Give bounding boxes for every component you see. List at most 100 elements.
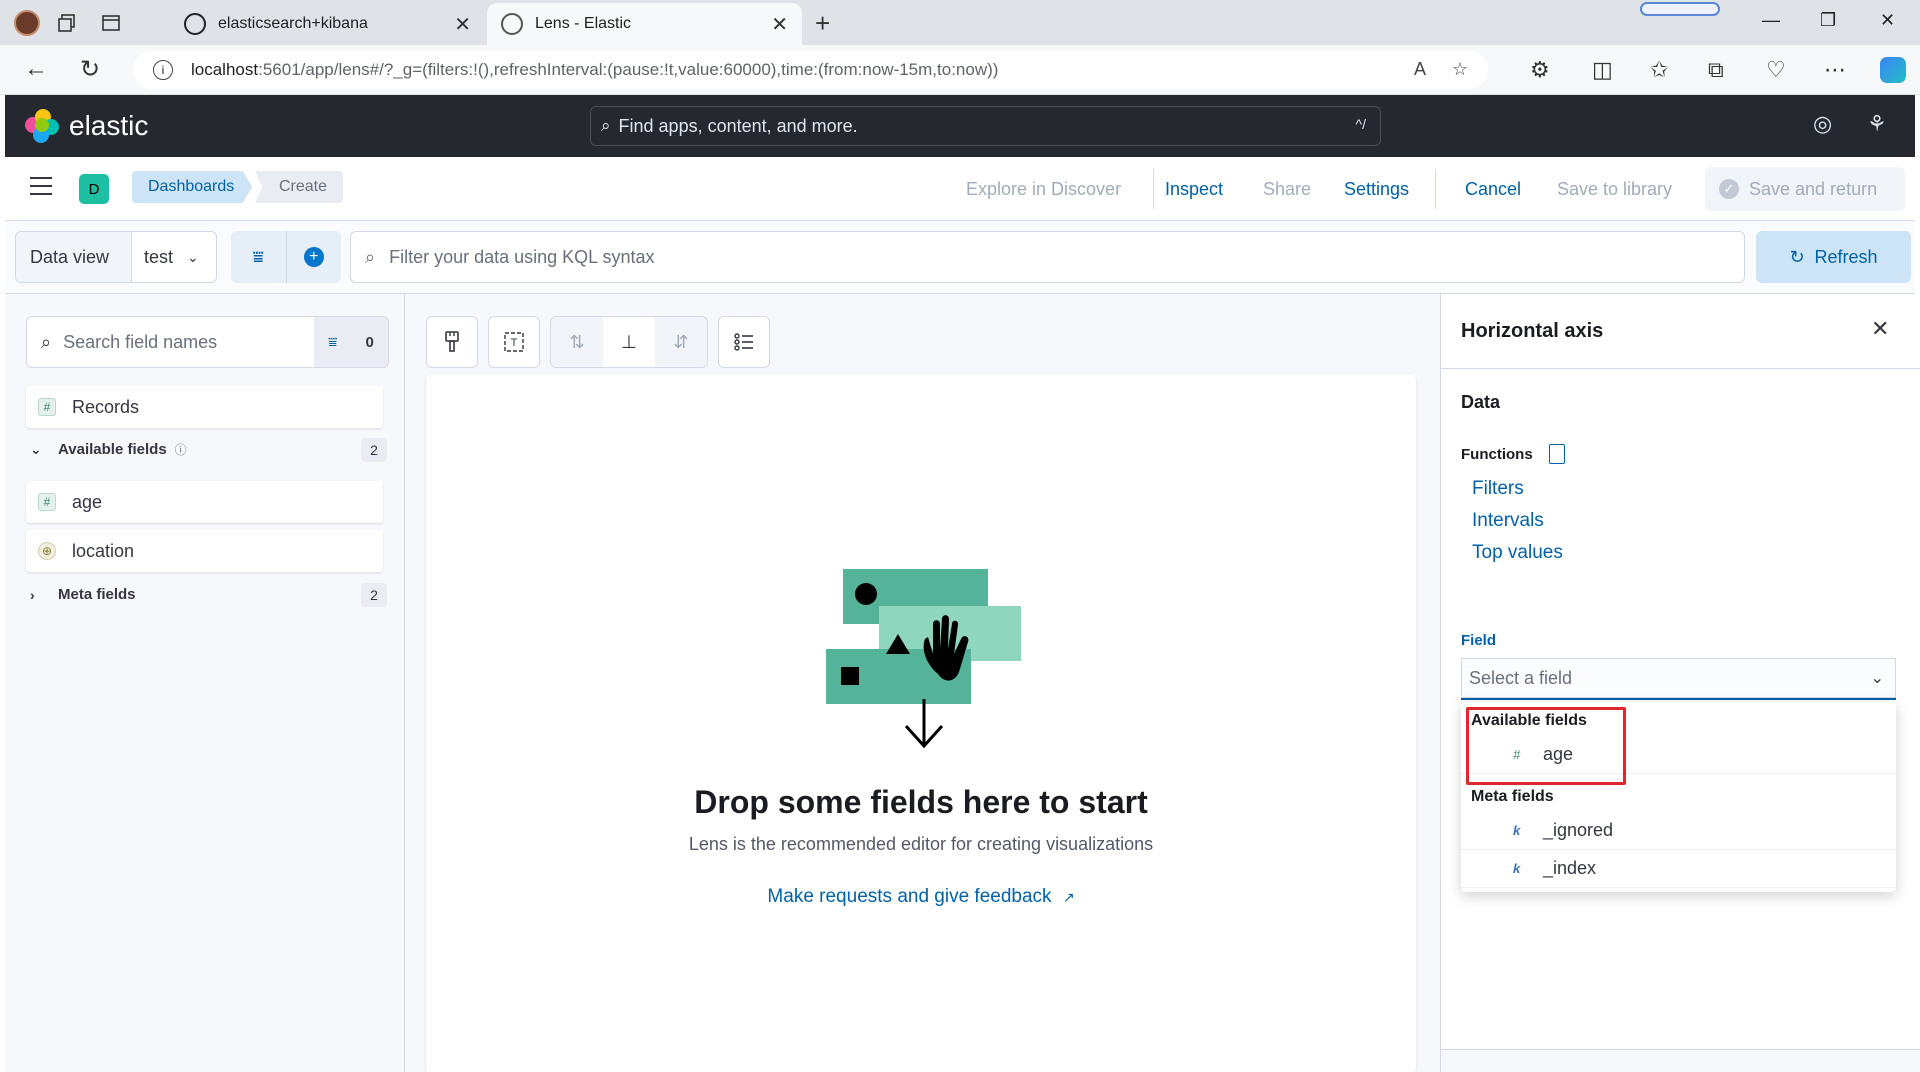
- documentation-icon[interactable]: [1548, 444, 1565, 464]
- reload-icon[interactable]: ↻: [80, 55, 100, 84]
- restore-icon[interactable]: ❐: [1820, 10, 1836, 31]
- breadcrumb-dashboards[interactable]: Dashboards: [132, 171, 253, 203]
- chevron-down-icon[interactable]: ⌄: [1871, 668, 1884, 688]
- query-bar: Data view test ⌄ ⩸ + ⌕ Filter your data …: [5, 221, 1915, 294]
- field-name: Records: [72, 396, 140, 417]
- chevron-down-icon: ⌄: [187, 248, 199, 265]
- field-type-filter-button[interactable]: ⩸ 0: [314, 317, 388, 367]
- close-icon[interactable]: ✕: [1871, 316, 1889, 342]
- field-search-input[interactable]: ⌕ Search field names ⩸ 0: [26, 316, 389, 368]
- tab-title: elasticsearch+kibana: [218, 15, 368, 32]
- labels-icon[interactable]: T: [488, 316, 540, 368]
- explore-in-discover-button[interactable]: Explore in Discover: [966, 179, 1121, 200]
- elastic-logo-icon: [25, 109, 59, 143]
- hamburger-menu-icon[interactable]: [30, 177, 52, 201]
- back-icon[interactable]: ←: [24, 55, 48, 83]
- workspaces-icon[interactable]: [52, 8, 82, 38]
- keyword-type-icon: k: [1513, 861, 1521, 876]
- tab-title: Lens - Elastic: [535, 15, 632, 32]
- field-item-age[interactable]: # age: [26, 481, 383, 523]
- kql-search-input[interactable]: ⌕ Filter your data using KQL syntax: [350, 231, 1745, 283]
- data-view-label: Data view: [16, 232, 132, 282]
- refresh-button[interactable]: ↻ Refresh: [1756, 231, 1911, 283]
- option-index[interactable]: k _index: [1461, 850, 1896, 888]
- vertical-tabs-icon[interactable]: [96, 8, 126, 38]
- field-item-records[interactable]: # Records: [26, 386, 383, 428]
- workspace-toolbar: T ⇅ ⊥ ⇵: [426, 316, 780, 368]
- function-top-values[interactable]: Top values: [1472, 542, 1563, 564]
- read-aloud-icon[interactable]: A: [1414, 59, 1426, 80]
- favorite-star-icon[interactable]: ☆: [1452, 59, 1468, 80]
- collections-icon[interactable]: ⧉: [1708, 57, 1724, 83]
- field-name: location: [72, 540, 135, 561]
- divider: [1153, 169, 1154, 209]
- extensions-icon[interactable]: ⚙: [1530, 57, 1550, 83]
- browser-tab-lens[interactable]: Lens - Elastic ✕: [487, 3, 802, 45]
- filter-count: 0: [365, 333, 374, 351]
- kibana-favicon-icon: [501, 13, 523, 35]
- elastic-logo[interactable]: elastic: [25, 109, 148, 143]
- search-shortcut: ^/: [1355, 116, 1366, 132]
- space-avatar[interactable]: D: [79, 174, 109, 204]
- section-label: Meta fields: [58, 586, 136, 603]
- more-menu-icon[interactable]: ⋯: [1824, 57, 1846, 83]
- visual-options-icon[interactable]: [426, 316, 478, 368]
- share-button[interactable]: Share: [1263, 179, 1311, 200]
- save-to-library-button[interactable]: Save to library: [1557, 179, 1672, 200]
- global-search-placeholder: Find apps, content, and more.: [618, 115, 858, 136]
- cancel-button[interactable]: Cancel: [1465, 179, 1521, 200]
- url-field[interactable]: i localhost:5601/app/lens#/?_g=(filters:…: [133, 51, 1488, 89]
- close-tab-icon[interactable]: ✕: [454, 12, 471, 37]
- bottom-axis-icon[interactable]: ⊥: [603, 317, 655, 367]
- right-axis-icon[interactable]: ⇵: [655, 317, 707, 367]
- site-info-icon[interactable]: i: [153, 60, 173, 80]
- function-intervals[interactable]: Intervals: [1472, 510, 1544, 532]
- option-label: _ignored: [1543, 820, 1614, 840]
- browser-tab-elasticsearch[interactable]: elasticsearch+kibana ✕: [170, 3, 485, 45]
- refresh-label: Refresh: [1814, 246, 1878, 267]
- user-menu-icon[interactable]: ⚘: [1867, 111, 1887, 137]
- field-count-badge: 2: [361, 437, 387, 462]
- field-count-badge: 2: [361, 582, 387, 607]
- new-tab-icon[interactable]: +: [815, 8, 830, 39]
- field-select-combobox[interactable]: Select a field ⌄: [1461, 658, 1896, 700]
- option-ignored[interactable]: k _ignored: [1461, 812, 1896, 850]
- split-screen-icon[interactable]: ◫: [1592, 57, 1613, 83]
- data-view-value[interactable]: test ⌄: [132, 232, 216, 282]
- add-filter-button[interactable]: +: [285, 231, 342, 283]
- close-tab-icon[interactable]: ✕: [771, 12, 788, 37]
- feedback-link[interactable]: Make requests and give feedback ↗: [426, 886, 1416, 908]
- profile-avatar-icon[interactable]: [12, 8, 42, 38]
- field-list-sidebar: ⌕ Search field names ⩸ 0 # Records ⌄ Ava…: [5, 294, 405, 1072]
- red-highlight-box: [1466, 707, 1626, 785]
- field-item-location[interactable]: ⊕ location: [26, 530, 383, 572]
- meta-fields-header[interactable]: › Meta fields 2: [30, 582, 387, 607]
- minimize-icon[interactable]: —: [1762, 10, 1780, 31]
- drop-zone-canvas[interactable]: Drop some fields here to start Lens is t…: [426, 374, 1416, 1072]
- svg-text:T: T: [511, 337, 518, 349]
- left-axis-icon[interactable]: ⇅: [551, 317, 603, 367]
- url-path: :5601/app/lens#/?_g=(filters:!(),refresh…: [258, 60, 999, 79]
- flyout-footer: [1441, 1049, 1920, 1072]
- legend-icon[interactable]: [718, 316, 770, 368]
- external-link-icon: ↗: [1062, 889, 1075, 905]
- global-search-input[interactable]: ⌕ Find apps, content, and more. ^/: [590, 106, 1381, 146]
- filter-menu-icon[interactable]: ⩸: [231, 231, 286, 283]
- favorites-icon[interactable]: ✩: [1650, 57, 1668, 83]
- copilot-icon[interactable]: [1880, 57, 1906, 83]
- functions-label-row: Functions: [1461, 444, 1565, 464]
- available-fields-header[interactable]: ⌄ Available fields ⓘ 2: [30, 437, 387, 462]
- browser-essentials-icon[interactable]: ♡: [1766, 57, 1786, 83]
- search-icon: ⌕: [601, 116, 611, 135]
- close-window-icon[interactable]: ✕: [1880, 10, 1895, 31]
- app-menu-bar: D Dashboards Create Explore in Discover …: [5, 157, 1915, 221]
- help-icon[interactable]: ⓘ: [175, 441, 187, 458]
- drag-drop-illustration: [826, 569, 1021, 749]
- settings-button[interactable]: Settings: [1344, 179, 1409, 200]
- help-icon[interactable]: ◎: [1813, 111, 1832, 137]
- save-and-return-button[interactable]: ✓ Save and return: [1705, 167, 1905, 211]
- axis-settings-group: ⇅ ⊥ ⇵: [550, 316, 708, 368]
- inspect-button[interactable]: Inspect: [1165, 179, 1223, 200]
- data-view-picker[interactable]: Data view test ⌄: [15, 231, 217, 283]
- function-filters[interactable]: Filters: [1472, 478, 1524, 500]
